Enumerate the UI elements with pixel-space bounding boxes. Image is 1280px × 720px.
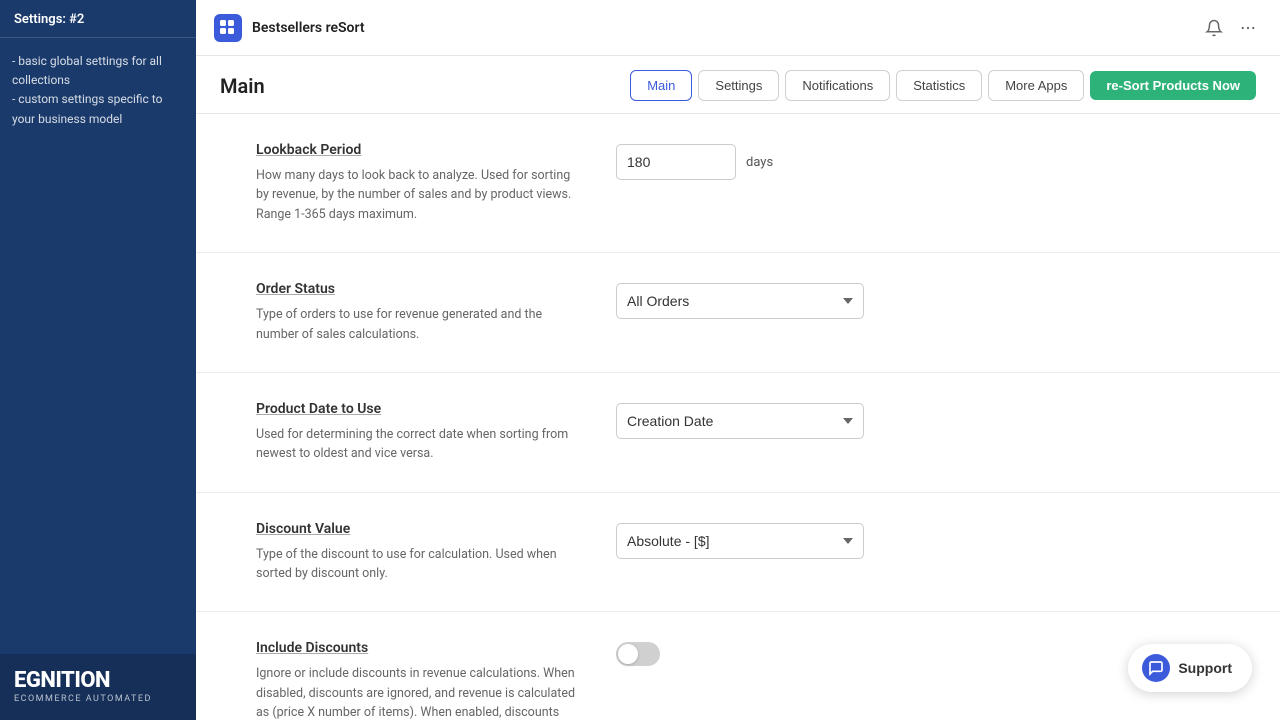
tab-more-apps[interactable]: More Apps xyxy=(988,70,1084,101)
setting-row-order-status: Order Status Type of orders to use for r… xyxy=(196,253,1280,373)
setting-desc-discount-value: Type of the discount to use for calculat… xyxy=(256,545,576,584)
setting-label-product-date: Product Date to Use xyxy=(256,401,576,417)
app-name: Bestsellers reSort xyxy=(252,20,1190,36)
setting-desc-include-discounts: Ignore or include discounts in revenue c… xyxy=(256,664,576,720)
topbar-right xyxy=(1200,14,1262,42)
brand-name: EGNITION xyxy=(14,668,182,693)
page-header: Main Main Settings Notifications Statist… xyxy=(196,56,1280,114)
setting-label-col-order-status: Order Status Type of orders to use for r… xyxy=(256,281,576,344)
topbar: Bestsellers reSort xyxy=(196,0,1280,56)
sidebar-desc-line1: - basic global settings for all collecti… xyxy=(12,54,162,87)
content-inner: Lookback Period How many days to look ba… xyxy=(196,114,1280,720)
lookback-input[interactable] xyxy=(616,144,736,180)
tab-statistics[interactable]: Statistics xyxy=(896,70,982,101)
sidebar: Settings: #2 - basic global settings for… xyxy=(0,0,196,720)
setting-desc-order-status: Type of orders to use for revenue genera… xyxy=(256,305,576,344)
lookback-unit: days xyxy=(746,155,773,170)
sidebar-content: - basic global settings for all collecti… xyxy=(0,38,196,654)
more-options-icon[interactable] xyxy=(1234,14,1262,42)
sidebar-desc-line2: - custom settings specific to your busin… xyxy=(12,92,162,125)
sidebar-title: Settings: #2 xyxy=(0,0,196,38)
setting-label-col-discount-value: Discount Value Type of the discount to u… xyxy=(256,521,576,584)
support-label: Support xyxy=(1178,660,1232,676)
main-area: Bestsellers reSort Main Main Settings No… xyxy=(196,0,1280,720)
discount-value-select[interactable]: Absolute - [$] Percentage - [%] xyxy=(616,523,864,559)
tab-resort[interactable]: re-Sort Products Now xyxy=(1090,71,1256,100)
tab-notifications[interactable]: Notifications xyxy=(785,70,890,101)
product-date-select[interactable]: Creation Date Published Date Updated Dat… xyxy=(616,403,864,439)
setting-control-product-date: Creation Date Published Date Updated Dat… xyxy=(616,401,1240,439)
setting-desc-product-date: Used for determining the correct date wh… xyxy=(256,425,576,464)
setting-control-order-status: All Orders Paid Orders Fulfilled Orders xyxy=(616,281,1240,319)
brand-sub: ECOMMERCE AUTOMATED xyxy=(14,694,182,704)
support-button[interactable]: Support xyxy=(1128,644,1252,692)
setting-row-product-date: Product Date to Use Used for determining… xyxy=(196,373,1280,493)
setting-label-include-discounts: Include Discounts xyxy=(256,640,576,656)
nav-tabs: Main Settings Notifications Statistics M… xyxy=(630,70,1256,101)
setting-control-lookback: days xyxy=(616,142,1240,180)
bell-icon[interactable] xyxy=(1200,14,1228,42)
setting-label-col-lookback: Lookback Period How many days to look ba… xyxy=(256,142,576,224)
setting-row-include-discounts: Include Discounts Ignore or include disc… xyxy=(196,612,1280,720)
toggle-knob xyxy=(618,644,638,664)
setting-control-discount-value: Absolute - [$] Percentage - [%] xyxy=(616,521,1240,559)
app-logo xyxy=(214,14,242,42)
tab-settings[interactable]: Settings xyxy=(698,70,779,101)
setting-label-order-status: Order Status xyxy=(256,281,576,297)
include-discounts-toggle[interactable] xyxy=(616,642,660,666)
content-scroll[interactable]: Lookback Period How many days to look ba… xyxy=(196,114,1280,720)
support-icon xyxy=(1142,654,1170,682)
setting-label-col-include-discounts: Include Discounts Ignore or include disc… xyxy=(256,640,576,720)
setting-label-col-product-date: Product Date to Use Used for determining… xyxy=(256,401,576,464)
setting-label-discount-value: Discount Value xyxy=(256,521,576,537)
include-discounts-toggle-wrap xyxy=(616,642,660,666)
order-status-select[interactable]: All Orders Paid Orders Fulfilled Orders xyxy=(616,283,864,319)
sidebar-footer: EGNITION ECOMMERCE AUTOMATED xyxy=(0,654,196,720)
setting-row-lookback: Lookback Period How many days to look ba… xyxy=(196,114,1280,253)
setting-row-discount-value: Discount Value Type of the discount to u… xyxy=(196,493,1280,613)
setting-desc-lookback: How many days to look back to analyze. U… xyxy=(256,166,576,224)
tab-main[interactable]: Main xyxy=(630,70,692,101)
page-title: Main xyxy=(220,74,265,98)
setting-label-lookback: Lookback Period xyxy=(256,142,576,158)
sidebar-desc: - basic global settings for all collecti… xyxy=(12,52,184,129)
